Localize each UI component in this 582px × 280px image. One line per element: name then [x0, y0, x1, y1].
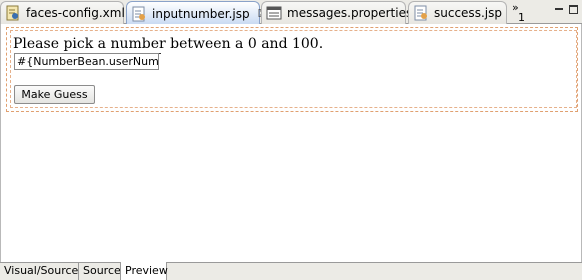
tab-success-jsp[interactable]: success.jsp: [408, 1, 507, 24]
properties-file-icon: [266, 6, 282, 20]
tab-faces-config[interactable]: faces-config.xml: [0, 1, 125, 24]
preview-pane: Please pick a number between a 0 and 100…: [0, 24, 582, 262]
tab-messages-properties[interactable]: messages.properties: [261, 1, 412, 24]
number-input[interactable]: #{NumberBean.userNumber}: [14, 53, 159, 70]
hidden-tab-count: 1: [518, 11, 525, 24]
make-guess-button[interactable]: Make Guess: [14, 85, 95, 104]
tab-label: inputnumber.jsp: [152, 6, 250, 21]
tab-overflow-button[interactable]: » 1: [512, 2, 525, 24]
tab-source[interactable]: Source: [79, 263, 121, 280]
tab-visual-source[interactable]: Visual/Source: [0, 263, 79, 280]
tab-label: success.jsp: [434, 6, 502, 20]
tab-label: faces-config.xml: [26, 6, 125, 20]
tab-preview[interactable]: Preview: [120, 262, 168, 280]
tab-inputnumber[interactable]: inputnumber.jsp ☒: [126, 1, 268, 25]
jsp-file-icon: [132, 6, 145, 21]
tab-label: messages.properties: [287, 6, 413, 20]
minimize-icon[interactable]: [555, 5, 564, 14]
editor-tab-bar: faces-config.xml inputnumber.jsp ☒ messa…: [0, 0, 582, 25]
faces-config-file-icon: [6, 5, 19, 21]
maximize-icon[interactable]: [569, 5, 578, 14]
page-tab-bar: Visual/Source Source Preview: [0, 262, 582, 280]
jsp-file-icon: [414, 5, 427, 21]
prompt-text: Please pick a number between a 0 and 100…: [13, 36, 324, 52]
